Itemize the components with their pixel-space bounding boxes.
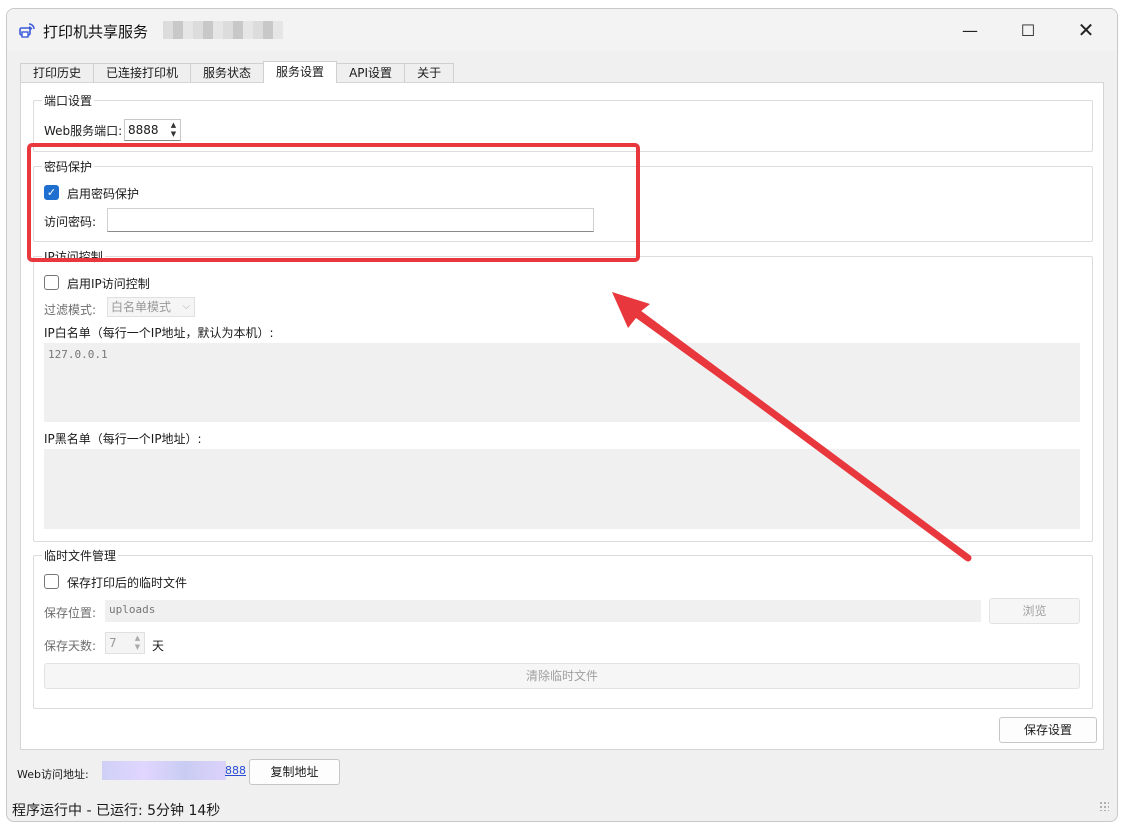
web-url-link[interactable]: 888 bbox=[225, 764, 246, 777]
save-location-label: 保存位置: bbox=[44, 606, 97, 620]
arrow-down-icon[interactable]: ▼ bbox=[168, 130, 179, 139]
port-label: Web服务端口: bbox=[44, 124, 123, 138]
tab-api-settings[interactable]: API设置 bbox=[336, 63, 406, 83]
blacklist-textarea[interactable] bbox=[44, 449, 1080, 529]
copy-address-button[interactable]: 复制地址 bbox=[249, 759, 340, 785]
annotation-highlight-box bbox=[27, 143, 640, 262]
days-unit-label: 天 bbox=[152, 639, 165, 653]
tab-print-history[interactable]: 打印历史 bbox=[20, 63, 95, 83]
save-settings-button[interactable]: 保存设置 bbox=[999, 717, 1097, 743]
port-value: 8888 bbox=[128, 123, 159, 137]
app-window: 打印机共享服务 — ☐ ✕ 打印历史 已连接打印机 服务状态 服务设置 API设… bbox=[6, 8, 1118, 822]
tab-bar: 打印历史 已连接打印机 服务状态 服务设置 API设置 关于 bbox=[20, 61, 455, 83]
tab-connected-printers[interactable]: 已连接打印机 bbox=[93, 63, 192, 83]
title-redaction bbox=[163, 21, 283, 39]
resize-grip-icon[interactable] bbox=[1099, 801, 1109, 811]
save-temp-files-label: 保存打印后的临时文件 bbox=[67, 576, 188, 590]
filter-mode-value: 白名单模式 bbox=[111, 300, 172, 314]
save-temp-files-checkbox[interactable] bbox=[44, 574, 59, 589]
maximize-button[interactable]: ☐ bbox=[999, 9, 1057, 51]
minimize-button[interactable]: — bbox=[941, 9, 999, 51]
tab-service-status[interactable]: 服务状态 bbox=[190, 63, 265, 83]
save-location-input[interactable]: uploads bbox=[105, 600, 981, 622]
save-days-label: 保存天数: bbox=[44, 639, 97, 653]
chevron-down-icon: ⌵ bbox=[182, 301, 190, 312]
tab-service-settings[interactable]: 服务设置 bbox=[263, 61, 338, 83]
web-url-label: Web访问地址: bbox=[17, 768, 89, 781]
title-bar: 打印机共享服务 — ☐ ✕ bbox=[7, 9, 1117, 51]
close-button[interactable]: ✕ bbox=[1057, 9, 1115, 51]
window-title: 打印机共享服务 bbox=[43, 23, 149, 41]
blacklist-label: IP黑名单（每行一个IP地址）: bbox=[44, 432, 202, 446]
save-days-stepper[interactable]: 7 ▲ ▼ bbox=[105, 632, 145, 654]
filter-mode-select[interactable]: 白名单模式 ⌵ bbox=[107, 297, 195, 317]
tab-about[interactable]: 关于 bbox=[404, 63, 455, 83]
save-days-value: 7 bbox=[109, 636, 117, 650]
arrow-up-icon[interactable]: ▲ bbox=[132, 634, 143, 643]
clear-temp-files-button[interactable]: 清除临时文件 bbox=[44, 663, 1080, 689]
group-title: 临时文件管理 bbox=[42, 547, 119, 564]
printer-share-icon bbox=[19, 23, 35, 38]
whitelist-textarea[interactable]: 127.0.0.1 bbox=[44, 343, 1080, 422]
enable-ip-control-checkbox[interactable] bbox=[44, 275, 59, 290]
enable-ip-control-label: 启用IP访问控制 bbox=[67, 277, 150, 291]
arrow-down-icon[interactable]: ▼ bbox=[132, 643, 143, 652]
temp-file-group: 临时文件管理 保存打印后的临时文件 保存位置: uploads 浏览 保存天数:… bbox=[33, 547, 1093, 709]
url-redaction bbox=[102, 761, 226, 780]
group-title: 端口设置 bbox=[42, 92, 95, 109]
port-stepper[interactable]: 8888 ▲ ▼ bbox=[124, 119, 181, 141]
whitelist-label: IP白名单（每行一个IP地址，默认为本机）: bbox=[44, 326, 274, 340]
arrow-up-icon[interactable]: ▲ bbox=[168, 121, 179, 130]
filter-mode-label: 过滤模式: bbox=[44, 303, 97, 317]
status-bar-text: 程序运行中 - 已运行: 5分钟 14秒 bbox=[12, 803, 221, 819]
ip-access-control-group: IP访问控制 启用IP访问控制 过滤模式: 白名单模式 ⌵ IP白名单（每行一个… bbox=[33, 248, 1093, 542]
browse-button[interactable]: 浏览 bbox=[989, 598, 1080, 624]
